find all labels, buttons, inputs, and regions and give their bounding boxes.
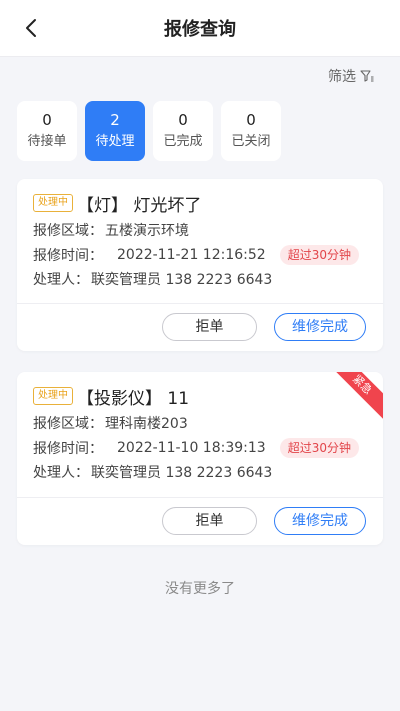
tab-count: 0	[42, 111, 52, 129]
handler-value: 联奕管理员 138 2223 6643	[91, 465, 273, 481]
page-title: 报修查询	[164, 19, 236, 40]
repair-order-card[interactable]: 处理中 【灯】 灯光坏了 报修区域： 五楼演示环境 报修时间： 2022-11-…	[17, 179, 383, 351]
repair-order-card[interactable]: 紧急 处理中 【投影仪】 11 报修区域： 理科南楼203 报修时间： 2022…	[17, 372, 383, 545]
time-label: 报修时间：	[33, 248, 103, 264]
time-line: 报修时间： 2022-11-21 12:16:52 超过30分钟	[33, 244, 359, 266]
area-label: 报修区域：	[33, 223, 103, 239]
overdue-badge: 超过30分钟	[279, 438, 359, 458]
tab-completed[interactable]: 0 已完成	[153, 101, 213, 161]
handler-label: 处理人：	[33, 465, 89, 481]
complete-repair-button[interactable]: 维修完成	[274, 313, 366, 341]
handler-label: 处理人：	[33, 272, 89, 288]
complete-repair-button[interactable]: 维修完成	[274, 507, 366, 535]
status-badge: 处理中	[33, 387, 73, 405]
no-more-text: 没有更多了	[165, 581, 235, 597]
tab-count: 0	[178, 111, 188, 129]
divider	[17, 303, 383, 304]
tab-label: 已关闭	[231, 134, 271, 149]
time-label: 报修时间：	[33, 441, 103, 457]
card-title: 【投影仪】 11	[77, 388, 190, 409]
time-line: 报修时间： 2022-11-10 18:39:13 超过30分钟	[33, 437, 359, 459]
tab-closed[interactable]: 0 已关闭	[221, 101, 281, 161]
area-value: 理科南楼203	[105, 416, 188, 432]
card-title: 【灯】 灯光坏了	[77, 195, 202, 216]
area-value: 五楼演示环境	[105, 223, 189, 239]
time-value: 2022-11-21 12:16:52	[117, 247, 266, 263]
handler-line: 处理人： 联奕管理员 138 2223 6643	[33, 461, 272, 483]
tab-pending-accept[interactable]: 0 待接单	[17, 101, 77, 161]
card-title-row: 处理中 【投影仪】 11	[33, 384, 190, 409]
tab-label: 待处理	[95, 134, 135, 149]
tab-label: 待接单	[27, 134, 67, 149]
urgent-ribbon: 紧急	[323, 372, 383, 424]
time-value: 2022-11-10 18:39:13	[117, 440, 266, 456]
filter-label: 筛选	[328, 69, 356, 85]
tab-pending-process[interactable]: 2 待处理	[85, 101, 145, 161]
card-title-row: 处理中 【灯】 灯光坏了	[33, 191, 202, 216]
app-header: 报修查询	[0, 0, 400, 57]
reject-button[interactable]: 拒单	[162, 313, 257, 341]
area-line: 报修区域： 理科南楼203	[33, 412, 188, 434]
tab-label: 已完成	[163, 134, 203, 149]
filter-button[interactable]: 筛选	[328, 66, 374, 86]
tab-count: 0	[246, 111, 256, 129]
tab-count: 2	[110, 111, 120, 129]
overdue-badge: 超过30分钟	[279, 245, 359, 265]
divider	[17, 497, 383, 498]
handler-value: 联奕管理员 138 2223 6643	[91, 272, 273, 288]
area-line: 报修区域： 五楼演示环境	[33, 219, 189, 241]
area-label: 报修区域：	[33, 416, 103, 432]
reject-button[interactable]: 拒单	[162, 507, 257, 535]
status-badge: 处理中	[33, 194, 73, 212]
handler-line: 处理人： 联奕管理员 138 2223 6643	[33, 268, 272, 290]
filter-icon	[360, 70, 374, 82]
